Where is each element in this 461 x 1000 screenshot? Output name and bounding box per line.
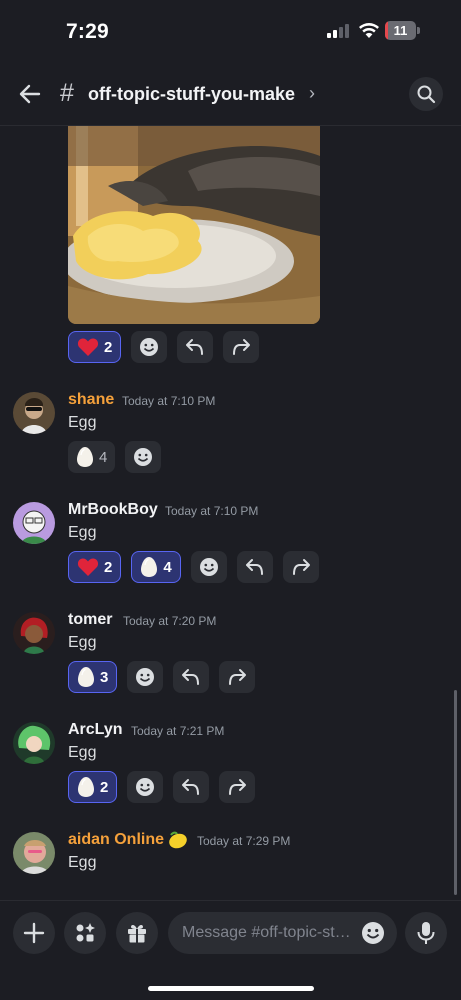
reply-icon	[245, 559, 263, 575]
avatar[interactable]	[13, 392, 55, 434]
cellular-signal-icon	[327, 24, 349, 38]
reaction-count: 3	[100, 668, 109, 686]
forward-button[interactable]	[219, 771, 256, 803]
message-author[interactable]: tomer	[68, 611, 112, 629]
egg-icon	[78, 667, 94, 687]
smiley-icon	[199, 558, 218, 576]
status-bar: 7:29 11	[0, 0, 461, 62]
message-timestamp: Today at 7:10 PM	[122, 394, 216, 408]
plus-icon	[23, 922, 45, 944]
egg-icon	[141, 557, 158, 577]
message-input-container	[168, 912, 397, 954]
reply-button[interactable]	[173, 661, 210, 693]
forward-icon	[229, 779, 247, 795]
egg-icon	[78, 777, 94, 797]
forward-button[interactable]	[282, 551, 319, 583]
wifi-icon	[359, 23, 379, 38]
avatar[interactable]	[13, 722, 55, 764]
arrow-left-icon	[19, 84, 41, 104]
attach-button[interactable]	[13, 912, 55, 954]
back-button[interactable]	[14, 78, 46, 110]
gif-reactions: 2	[68, 331, 260, 365]
add-reaction-button[interactable]	[131, 331, 168, 363]
search-button[interactable]	[409, 77, 443, 111]
reply-icon	[182, 779, 200, 795]
channel-header: # off-topic-stuff-you-make ›	[0, 62, 461, 126]
heart-icon	[77, 338, 99, 356]
message-content: Egg	[68, 524, 97, 541]
reaction-count: 4	[163, 558, 172, 576]
reply-icon	[182, 669, 200, 685]
forward-icon	[229, 669, 247, 685]
message-timestamp: Today at 7:21 PM	[131, 724, 225, 738]
heart-icon	[77, 558, 99, 576]
gif-attachment[interactable]	[68, 126, 320, 324]
search-icon	[417, 85, 436, 104]
status-time: 7:29	[66, 20, 109, 43]
egg-icon	[77, 447, 93, 467]
message-content: Egg	[68, 634, 97, 651]
avatar[interactable]	[13, 612, 55, 654]
smiley-icon	[136, 668, 155, 686]
battery-icon: 11	[385, 21, 420, 40]
message-reactions: 4	[68, 441, 162, 475]
message-author[interactable]: ArcLyn	[68, 721, 123, 739]
apps-button[interactable]	[64, 912, 106, 954]
forward-icon	[233, 339, 251, 355]
message-reactions: 2	[68, 771, 256, 805]
reply-icon	[186, 339, 204, 355]
message-timestamp: Today at 7:29 PM	[197, 834, 291, 848]
forward-button[interactable]	[223, 331, 260, 363]
message-author[interactable]: aidan Online	[68, 831, 164, 849]
smiley-icon	[136, 778, 155, 796]
reaction-egg[interactable]: 4	[131, 551, 181, 583]
reply-button[interactable]	[177, 331, 214, 363]
forward-icon	[292, 559, 310, 575]
reaction-egg[interactable]: 4	[68, 441, 116, 473]
reaction-heart[interactable]: 2	[68, 331, 122, 363]
message-author[interactable]: shane	[68, 391, 114, 409]
reaction-count: 2	[100, 778, 109, 796]
smiley-icon	[134, 448, 153, 466]
channel-title[interactable]: off-topic-stuff-you-make	[88, 84, 295, 105]
emoji-icon[interactable]	[361, 921, 385, 945]
gift-button[interactable]	[116, 912, 158, 954]
voice-message-button[interactable]	[405, 912, 447, 954]
lemon-icon	[169, 831, 187, 849]
reaction-heart[interactable]: 2	[68, 551, 122, 583]
add-reaction-button[interactable]	[125, 441, 162, 473]
message-input[interactable]	[182, 912, 357, 954]
gift-icon	[128, 924, 146, 943]
battery-level: 11	[393, 23, 408, 38]
add-reaction-button[interactable]	[127, 661, 164, 693]
message-composer	[0, 900, 461, 1000]
reaction-count: 2	[104, 558, 113, 576]
message-timestamp: Today at 7:10 PM	[165, 504, 259, 518]
avatar[interactable]	[13, 832, 55, 874]
home-indicator[interactable]	[148, 986, 314, 991]
reply-button[interactable]	[173, 771, 210, 803]
chevron-right-icon[interactable]: ›	[309, 83, 315, 104]
message-timestamp: Today at 7:20 PM	[123, 614, 217, 628]
reaction-count: 4	[99, 448, 108, 466]
message-reactions: 2 4	[68, 551, 319, 585]
add-reaction-button[interactable]	[190, 551, 227, 583]
reaction-count: 2	[104, 338, 113, 356]
reaction-egg[interactable]: 3	[68, 661, 118, 693]
message-author[interactable]: MrBookBoy	[68, 501, 158, 519]
reply-button[interactable]	[236, 551, 273, 583]
apps-icon	[76, 923, 95, 942]
hashtag-icon: #	[60, 79, 74, 107]
forward-button[interactable]	[219, 661, 256, 693]
message-content: Egg	[68, 744, 97, 761]
smiley-icon	[140, 338, 159, 356]
avatar[interactable]	[13, 502, 55, 544]
message-reactions: 3	[68, 661, 256, 695]
reaction-egg[interactable]: 2	[68, 771, 118, 803]
microphone-icon	[417, 922, 435, 944]
message-content: Egg	[68, 414, 97, 431]
add-reaction-button[interactable]	[127, 771, 164, 803]
scrollbar[interactable]	[454, 690, 457, 895]
message-content: Egg	[68, 854, 97, 871]
